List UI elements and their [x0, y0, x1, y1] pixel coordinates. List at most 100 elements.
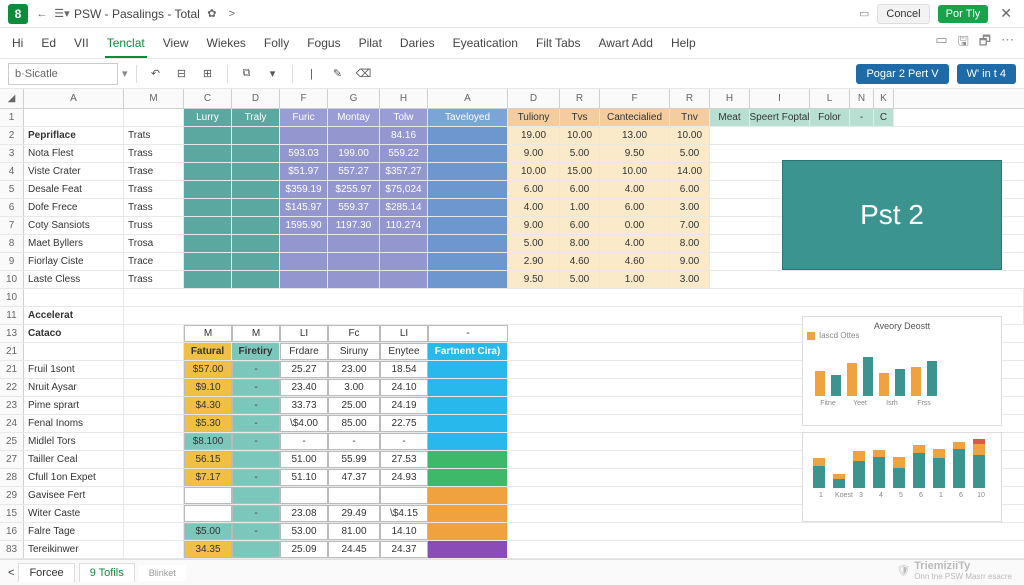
- cell[interactable]: [380, 235, 428, 252]
- cell[interactable]: [328, 253, 380, 270]
- cell[interactable]: 34.35: [184, 541, 232, 558]
- rowhead[interactable]: 10: [0, 271, 24, 288]
- cell[interactable]: 53.00: [280, 523, 328, 540]
- cell[interactable]: 2.90: [508, 253, 560, 270]
- menu-wiekes[interactable]: Wiekes: [205, 32, 248, 58]
- separator-icon[interactable]: |: [301, 63, 323, 85]
- cell[interactable]: Witer Caste: [24, 505, 124, 522]
- cell[interactable]: Maet Byllers: [24, 235, 124, 252]
- wint-button[interactable]: W' in t 4: [957, 64, 1016, 84]
- cell[interactable]: [428, 397, 508, 414]
- cell[interactable]: Trats: [124, 127, 184, 144]
- cell[interactable]: 3.00: [328, 379, 380, 396]
- cell[interactable]: 51.10: [280, 469, 328, 486]
- select-all-corner[interactable]: ◢: [0, 89, 24, 108]
- cell[interactable]: [124, 343, 184, 360]
- cell[interactable]: [380, 487, 428, 504]
- cell[interactable]: [380, 253, 428, 270]
- cell[interactable]: 4.60: [560, 253, 600, 270]
- cell[interactable]: Nota Flest: [24, 145, 124, 162]
- cell[interactable]: [232, 271, 280, 288]
- cell[interactable]: [24, 109, 124, 126]
- cell[interactable]: $5.30: [184, 415, 232, 432]
- tab-sub-blinket[interactable]: Blinket: [139, 565, 186, 581]
- cell[interactable]: [184, 127, 232, 144]
- cell[interactable]: 23.08: [280, 505, 328, 522]
- cell[interactable]: Trase: [124, 163, 184, 180]
- rowhead-1[interactable]: 1: [0, 109, 24, 126]
- cell[interactable]: [232, 451, 280, 468]
- cell[interactable]: 84.16: [380, 127, 428, 144]
- close-icon[interactable]: ✕: [996, 5, 1016, 22]
- cell[interactable]: 6.00: [560, 217, 600, 234]
- cell[interactable]: Falre Tage: [24, 523, 124, 540]
- cell[interactable]: [428, 217, 508, 234]
- cell[interactable]: Trass: [124, 181, 184, 198]
- cell[interactable]: $4.30: [184, 397, 232, 414]
- cell[interactable]: [232, 127, 280, 144]
- cell[interactable]: $9.10: [184, 379, 232, 396]
- name-box[interactable]: [8, 63, 118, 85]
- colhead-d[interactable]: D: [232, 89, 280, 108]
- delete-icon[interactable]: ⌫: [353, 63, 375, 85]
- save-icon[interactable]: 🖫: [958, 32, 969, 58]
- gear-icon[interactable]: ✿: [204, 7, 220, 20]
- cell[interactable]: [428, 127, 508, 144]
- cell[interactable]: [124, 505, 184, 522]
- colhead-m[interactable]: M: [124, 89, 184, 108]
- layout-icon[interactable]: 🗗: [979, 32, 991, 58]
- cell[interactable]: [184, 181, 232, 198]
- cell[interactable]: 1.00: [600, 271, 670, 288]
- cell[interactable]: -: [232, 397, 280, 414]
- colhead-n[interactable]: N: [850, 89, 874, 108]
- cell[interactable]: 10.00: [670, 127, 710, 144]
- cell[interactable]: [232, 163, 280, 180]
- cell[interactable]: Tailler Ceal: [24, 451, 124, 468]
- cell[interactable]: Fc: [328, 325, 380, 342]
- menu-daries[interactable]: Daries: [398, 32, 437, 58]
- cell[interactable]: [184, 145, 232, 162]
- cell[interactable]: [428, 469, 508, 486]
- cell[interactable]: [184, 487, 232, 504]
- cell[interactable]: [24, 289, 124, 306]
- colhead-g[interactable]: G: [328, 89, 380, 108]
- cell[interactable]: [380, 271, 428, 288]
- cell[interactable]: 10.00: [560, 127, 600, 144]
- cell[interactable]: [124, 109, 184, 126]
- colhead-a[interactable]: A: [24, 89, 124, 108]
- colhead-l[interactable]: L: [810, 89, 850, 108]
- cell[interactable]: Dofe Frece: [24, 199, 124, 216]
- cell[interactable]: [124, 451, 184, 468]
- cell[interactable]: 0.00: [600, 217, 670, 234]
- cell[interactable]: [428, 487, 508, 504]
- menu-awartadd[interactable]: Awart Add: [596, 32, 654, 58]
- edit-icon[interactable]: ✎: [327, 63, 349, 85]
- cell[interactable]: 23.00: [328, 361, 380, 378]
- tab-tofils-active[interactable]: 9 Tofils: [79, 563, 135, 582]
- cell[interactable]: [428, 541, 508, 558]
- undo-icon[interactable]: ↶: [145, 63, 167, 85]
- cell[interactable]: 1595.90: [280, 217, 328, 234]
- menu-fogus[interactable]: Fogus: [305, 32, 342, 58]
- cell[interactable]: -: [328, 433, 380, 450]
- cell[interactable]: Trass: [124, 199, 184, 216]
- menu-view[interactable]: View: [161, 32, 191, 58]
- cell[interactable]: [124, 541, 184, 558]
- rowhead[interactable]: 83: [0, 541, 24, 558]
- hdr-firetiry[interactable]: Firetiry: [232, 343, 280, 360]
- cell[interactable]: 15.00: [560, 163, 600, 180]
- cell[interactable]: Desale Feat: [24, 181, 124, 198]
- tab-prev-icon[interactable]: <: [8, 567, 14, 579]
- cell[interactable]: $75,024: [380, 181, 428, 198]
- rowhead[interactable]: 16: [0, 523, 24, 540]
- cell[interactable]: 18.54: [380, 361, 428, 378]
- chart-bar-grouped[interactable]: Aveory Deostt Iascd Ottes FitneYeetIsrhF…: [802, 316, 1002, 426]
- cell[interactable]: [428, 199, 508, 216]
- cell[interactable]: 51.00: [280, 451, 328, 468]
- cell[interactable]: 25.09: [280, 541, 328, 558]
- hdr-siruny[interactable]: Siruny: [328, 343, 380, 360]
- cell[interactable]: $255.97: [328, 181, 380, 198]
- cell[interactable]: [184, 199, 232, 216]
- cell[interactable]: 24.19: [380, 397, 428, 414]
- colhead-r2[interactable]: R: [670, 89, 710, 108]
